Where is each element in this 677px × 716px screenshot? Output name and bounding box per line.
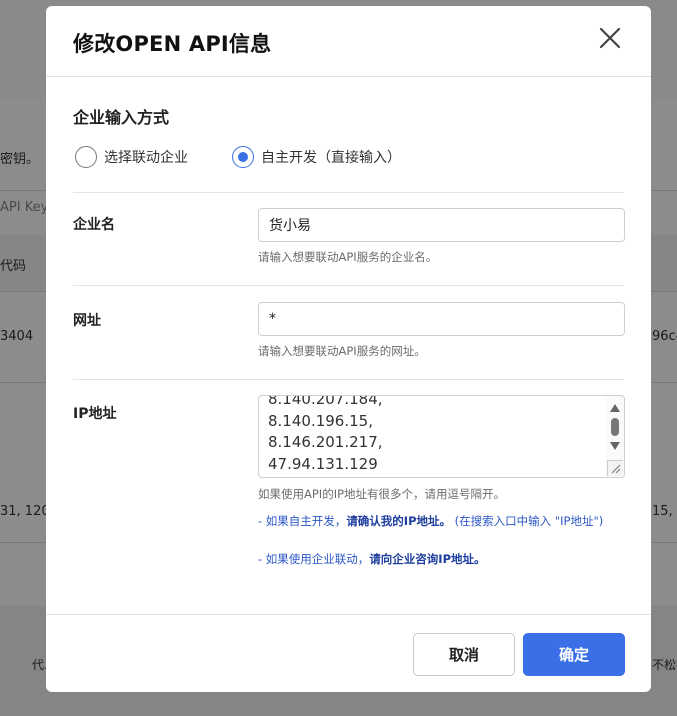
close-button[interactable] (598, 26, 622, 50)
header-divider (46, 76, 651, 77)
ip-address-lines: 8.140.207.184, 8.140.196.15, 8.146.201.2… (268, 395, 600, 475)
company-name-input[interactable] (258, 208, 625, 242)
section-divider (73, 192, 624, 193)
url-label: 网址 (73, 313, 101, 329)
resize-handle-icon[interactable] (607, 460, 623, 476)
input-mode-title: 企业输入方式 (73, 108, 170, 127)
close-icon (599, 27, 621, 49)
section-divider (73, 285, 624, 286)
modal-header: 修改OPEN API信息 (46, 6, 651, 76)
cancel-button[interactable]: 取消 (413, 633, 515, 676)
ip-note-self-developed: - 如果自主开发，请确认我的IP地址。 (在搜索入口中输入 "IP地址") (258, 513, 623, 530)
edit-open-api-modal: 修改OPEN API信息 企业输入方式 选择联动企业 自主开发（直接输入） 企业… (46, 6, 651, 692)
radio-self-developed[interactable]: 自主开发（直接输入） (232, 145, 401, 169)
ask-company-ip-text: 请向企业咨询IP地址。 (369, 552, 486, 566)
company-name-label: 企业名 (73, 217, 115, 233)
section-divider (73, 379, 624, 380)
confirm-button[interactable]: 确定 (523, 633, 625, 676)
ip-line: 8.146.201.217, (268, 433, 383, 451)
note-text: (在搜索入口中输入 "IP地址") (451, 514, 604, 528)
url-input[interactable] (258, 302, 625, 336)
ip-address-textarea[interactable]: 8.140.207.184, 8.140.196.15, 8.146.201.2… (258, 395, 625, 478)
ip-address-label: IP地址 (73, 406, 117, 422)
radio-label: 选择联动企业 (104, 150, 188, 166)
radio-label: 自主开发（直接输入） (261, 150, 401, 166)
scroll-down-arrow-icon[interactable] (610, 442, 620, 450)
ip-line: 8.140.207.184, (268, 395, 383, 408)
ip-note-linked-company: - 如果使用企业联动，请向企业咨询IP地址。 (258, 551, 623, 568)
url-hint: 请输入想要联动API服务的网址。 (258, 344, 426, 358)
note-text: - 如果自主开发， (258, 514, 347, 528)
radio-checked-icon (232, 146, 254, 168)
scroll-up-arrow-icon[interactable] (610, 404, 620, 412)
company-name-hint: 请输入想要联动API服务的企业名。 (258, 250, 438, 264)
ip-line: 8.140.196.15, (268, 411, 373, 430)
radio-linked-company[interactable]: 选择联动企业 (75, 145, 188, 169)
ip-address-hint: 如果使用API的IP地址有很多个，请用逗号隔开。 (258, 487, 506, 501)
note-text: - 如果使用企业联动， (258, 552, 370, 566)
radio-unchecked-icon (75, 146, 97, 168)
scrollbar-thumb[interactable] (611, 418, 619, 436)
ip-line: 47.94.131.129 (268, 454, 378, 473)
check-my-ip-link[interactable]: 请确认我的IP地址。 (346, 514, 451, 528)
modal-title: 修改OPEN API信息 (73, 32, 272, 56)
footer-divider (46, 614, 651, 615)
